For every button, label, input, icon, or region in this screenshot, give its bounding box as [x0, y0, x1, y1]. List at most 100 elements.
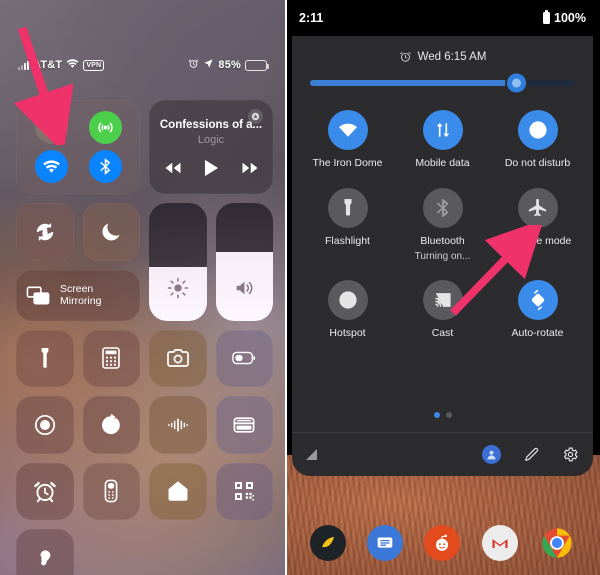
alarm-icon	[188, 58, 199, 72]
quick-settings-footer	[292, 432, 593, 476]
brightness-icon	[167, 277, 189, 298]
qs-tile-auto-rotate[interactable]: Auto-rotate	[490, 274, 585, 346]
qs-tile-label: The Iron Dome	[312, 157, 383, 169]
wallet-icon	[233, 417, 255, 433]
calculator-icon	[102, 347, 121, 370]
rotation-lock-icon	[36, 223, 53, 241]
qs-tile-label: Do not disturb	[504, 157, 571, 169]
android-dock	[285, 525, 600, 561]
flashlight-icon	[327, 188, 368, 229]
record-icon	[34, 414, 55, 435]
connectivity-tile[interactable]	[16, 100, 140, 194]
ios-status-bar: AT&T VPN 85%	[0, 58, 285, 72]
calculator-tile[interactable]	[82, 329, 140, 388]
dock-app-reddit[interactable]	[424, 525, 461, 561]
user-avatar[interactable]	[482, 445, 501, 464]
dock-app-photos[interactable]	[309, 525, 346, 561]
timer-tile[interactable]	[82, 396, 140, 454]
apple-tv-remote-tile[interactable]	[82, 462, 140, 521]
screen-mirroring-label-line2: Mirroring	[60, 295, 102, 308]
brightness-slider[interactable]	[310, 73, 575, 93]
volume-icon	[236, 281, 253, 295]
bluetooth-icon	[99, 158, 110, 175]
fast-forward-icon[interactable]	[241, 161, 259, 175]
qs-tile-label: Flashlight	[325, 235, 370, 248]
dock-app-gmail[interactable]	[481, 525, 518, 561]
airplane-icon	[517, 188, 558, 229]
page-dot-active[interactable]	[433, 412, 440, 418]
airplane-mode-toggle[interactable]	[34, 111, 68, 144]
qs-tile-label: Mobile data	[415, 157, 470, 169]
home-tile[interactable]	[149, 462, 207, 521]
flashlight-icon	[41, 348, 49, 369]
qr-code-icon	[235, 482, 255, 502]
airplay-icon[interactable]	[248, 109, 263, 124]
low-power-mode-tile[interactable]	[215, 329, 273, 388]
dock-app-chrome[interactable]	[539, 525, 575, 561]
brightness-slider[interactable]	[149, 203, 207, 321]
qs-tile-mobile-data[interactable]: Mobile data	[395, 104, 490, 176]
qs-tile-airplane-mode[interactable]: Airplane mode	[490, 182, 585, 268]
alarm-tile[interactable]	[16, 462, 74, 521]
screen-mirroring-label-line1: Screen	[60, 282, 94, 295]
timer-icon	[102, 413, 121, 435]
battery-icon	[543, 10, 551, 24]
qs-tile-cast[interactable]: Cast	[395, 274, 490, 346]
code-scanner-tile[interactable]	[215, 462, 273, 521]
battery-icon	[245, 59, 270, 71]
wifi-icon	[42, 160, 60, 173]
wifi-icon	[66, 58, 79, 72]
alarm-text: Wed 6:15 AM	[417, 50, 487, 63]
qs-tile-hotspot[interactable]: Hotspot	[300, 274, 395, 346]
qs-tile-bluetooth[interactable]: Bluetooth Turning on...	[395, 182, 490, 268]
android-status-bar: 2:11 100%	[285, 0, 600, 36]
cellular-signal-icon	[18, 60, 29, 70]
page-indicator	[292, 412, 593, 432]
hearing-tile[interactable]	[16, 529, 74, 575]
qs-tile-flashlight[interactable]: Flashlight	[300, 182, 395, 268]
flashlight-tile[interactable]	[16, 329, 74, 388]
cellular-data-toggle[interactable]	[88, 111, 122, 144]
wallet-tile[interactable]	[215, 396, 273, 454]
screen-mirroring-tile[interactable]: Screen Mirroring	[16, 269, 140, 321]
battery-toggle-icon	[232, 352, 256, 365]
volume-slider[interactable]	[215, 203, 273, 321]
brightness-slider-thumb[interactable]	[507, 73, 527, 93]
media-artist: Logic	[197, 134, 225, 147]
signal-indicator-icon[interactable]	[306, 449, 317, 460]
screen-mirroring-icon	[26, 286, 50, 305]
bluetooth-toggle[interactable]	[88, 150, 122, 183]
location-arrow-icon	[203, 58, 214, 72]
edit-tiles-button[interactable]	[523, 446, 540, 463]
cellular-antenna-icon	[97, 122, 113, 133]
ios-control-center-grid: Confessions of a... Logic Screen Mirrori…	[16, 100, 273, 575]
page-dot[interactable]	[445, 412, 452, 418]
qs-tile-label: Cast	[431, 327, 454, 340]
do-not-disturb-tile[interactable]	[82, 203, 140, 261]
alarm-clock-icon	[33, 482, 56, 503]
cast-icon	[422, 280, 463, 321]
alarm-clock-icon	[399, 52, 411, 62]
qs-tile-wifi[interactable]: The Iron Dome	[300, 104, 395, 176]
alarm-row[interactable]: Wed 6:15 AM	[292, 36, 593, 63]
settings-button[interactable]	[562, 446, 579, 463]
ear-icon	[40, 550, 51, 566]
vpn-badge: VPN	[83, 59, 105, 71]
qs-tile-do-not-disturb[interactable]: Do not disturb	[490, 104, 585, 176]
wifi-toggle[interactable]	[34, 150, 68, 183]
camera-icon	[166, 349, 189, 368]
wifi-icon	[327, 110, 368, 150]
screen-record-tile[interactable]	[16, 396, 74, 454]
qs-tile-label: Auto-rotate	[511, 327, 564, 340]
comparison-screenshot: AT&T VPN 85% Confessions of a... Logic S…	[0, 0, 600, 575]
moon-icon	[102, 223, 120, 241]
play-icon[interactable]	[204, 159, 219, 177]
music-recognition-tile[interactable]	[149, 396, 207, 454]
media-title: Confessions of a...	[159, 118, 263, 131]
camera-tile[interactable]	[149, 329, 207, 388]
rotation-lock-tile[interactable]	[16, 203, 74, 261]
now-playing-widget[interactable]: Confessions of a... Logic	[149, 100, 273, 194]
dock-app-messages[interactable]	[367, 525, 404, 561]
qs-tile-label: Hotspot	[329, 327, 366, 340]
rewind-icon[interactable]	[164, 161, 182, 175]
